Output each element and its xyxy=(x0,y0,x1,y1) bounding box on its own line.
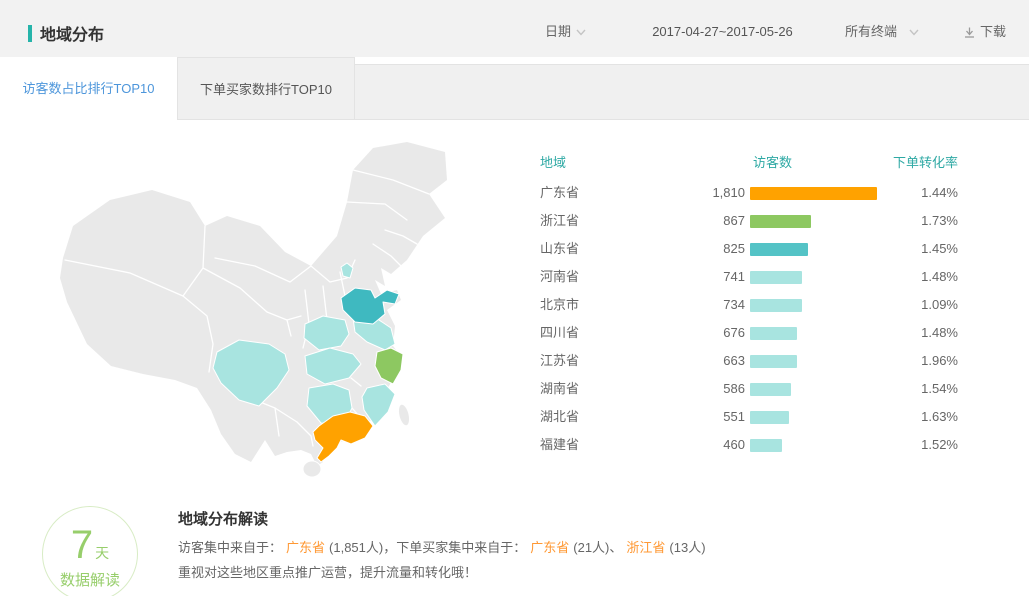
table-row: 浙江省 867 1.73% xyxy=(540,212,958,230)
table-row: 福建省 460 1.52% xyxy=(540,436,958,454)
visitor-rank-table: 地域 访客数 下单转化率 广东省 1,810 1.44% 浙江省 867 1.7… xyxy=(540,120,958,480)
visitors-bar xyxy=(750,271,802,284)
insight-days: 7 天 xyxy=(71,525,109,565)
visitors-cell: 734 xyxy=(665,296,745,314)
conversion-cell: 1.73% xyxy=(921,212,958,230)
visitors-bar xyxy=(750,355,797,368)
conversion-cell: 1.63% xyxy=(921,408,958,426)
china-map xyxy=(55,140,475,480)
date-dropdown[interactable]: 日期 xyxy=(545,23,586,41)
download-button[interactable]: 下载 xyxy=(963,23,1006,41)
insight-days-unit: 天 xyxy=(95,546,109,560)
insight-line1-prefix: 访客集中来自于： xyxy=(178,540,282,555)
region-cell: 福建省 xyxy=(540,436,579,454)
visitors-bar xyxy=(750,299,802,312)
conversion-cell: 1.44% xyxy=(921,184,958,202)
date-dropdown-label: 日期 xyxy=(545,23,571,41)
visitors-bar xyxy=(750,215,811,228)
visitors-bar xyxy=(750,243,808,256)
table-header-row: 地域 访客数 下单转化率 xyxy=(540,152,958,168)
date-range-value[interactable]: 2017-04-27~2017-05-26 xyxy=(630,23,815,41)
visitors-cell: 1,810 xyxy=(665,184,745,202)
table-row: 北京市 734 1.09% xyxy=(540,296,958,314)
scrollbar-track[interactable] xyxy=(1029,0,1033,596)
conversion-cell: 1.09% xyxy=(921,296,958,314)
visitors-cell: 460 xyxy=(665,436,745,454)
page-header: 地域分布 日期 2017-04-27~2017-05-26 所有终端 xyxy=(0,0,1029,57)
visitors-cell: 663 xyxy=(665,352,745,370)
conversion-cell: 1.45% xyxy=(921,240,958,258)
table-row: 江苏省 663 1.96% xyxy=(540,352,958,370)
region-cell: 北京市 xyxy=(540,296,579,314)
download-label: 下载 xyxy=(980,23,1006,41)
province-link-zhejiang[interactable]: 浙江省 xyxy=(626,540,665,555)
map-taiwan-island[interactable] xyxy=(396,403,411,427)
region-cell: 四川省 xyxy=(540,324,579,342)
visitors-bar xyxy=(750,439,782,452)
conversion-cell: 1.48% xyxy=(921,324,958,342)
col-header-conversion: 下单转化率 xyxy=(893,152,958,171)
conversion-cell: 1.52% xyxy=(921,436,958,454)
table-row: 山东省 825 1.45% xyxy=(540,240,958,258)
insight-buyer-count-2: (13人) xyxy=(669,540,705,555)
province-link-guangdong[interactable]: 广东省 xyxy=(286,540,325,555)
region-cell: 湖北省 xyxy=(540,408,579,426)
insight-line1: 访客集中来自于： 广东省 (1,851人)，下单买家集中来自于： 广东省 (21人)、浙… xyxy=(178,537,706,556)
insight-line1-middle: 下单买家集中来自于： xyxy=(396,540,526,555)
tab-buyer-rank[interactable]: 下单买家数排行TOP10 xyxy=(178,57,355,120)
region-cell: 浙江省 xyxy=(540,212,579,230)
region-cell: 河南省 xyxy=(540,268,579,286)
chevron-down-icon xyxy=(576,29,586,36)
visitors-cell: 676 xyxy=(665,324,745,342)
region-cell: 湖南省 xyxy=(540,380,579,398)
col-header-region: 地域 xyxy=(540,152,566,171)
visitors-bar xyxy=(750,187,877,200)
visitors-cell: 741 xyxy=(665,268,745,286)
region-cell: 广东省 xyxy=(540,184,579,202)
terminal-dropdown[interactable]: 所有终端 xyxy=(845,23,919,41)
visitors-cell: 551 xyxy=(665,408,745,426)
map-country-base xyxy=(60,142,447,466)
regional-distribution-page: 地域分布 日期 2017-04-27~2017-05-26 所有终端 xyxy=(0,0,1033,596)
download-icon xyxy=(963,26,976,39)
region-cell: 江苏省 xyxy=(540,352,579,370)
insight-days-number: 7 xyxy=(71,525,93,565)
visitors-cell: 825 xyxy=(665,240,745,258)
page-title-block: 地域分布 xyxy=(28,21,104,45)
conversion-cell: 1.54% xyxy=(921,380,958,398)
insight-visitor-count: (1,851人)， xyxy=(329,540,396,555)
insight-line2: 重视对这些地区重点推广运营，提升流量和转化哦！ xyxy=(178,562,477,581)
tab-bar: 访客数占比排行TOP10 下单买家数排行TOP10 xyxy=(0,57,1029,120)
tab-visitor-rank[interactable]: 访客数占比排行TOP10 xyxy=(0,57,178,120)
visitors-bar xyxy=(750,411,789,424)
page-title: 地域分布 xyxy=(40,21,104,45)
region-cell: 山东省 xyxy=(540,240,579,258)
map-hainan-island[interactable] xyxy=(303,461,321,477)
insight-days-badge: 7 天 数据解读 xyxy=(42,506,138,596)
province-link-guangdong-2[interactable]: 广东省 xyxy=(530,540,569,555)
insight-buyer-count-1: (21人)、 xyxy=(573,540,622,555)
insight-badge-subtitle: 数据解读 xyxy=(60,569,120,590)
title-accent-bar xyxy=(28,25,32,42)
conversion-cell: 1.48% xyxy=(921,268,958,286)
terminal-dropdown-label: 所有终端 xyxy=(845,23,897,41)
table-row: 湖南省 586 1.54% xyxy=(540,380,958,398)
table-row: 四川省 676 1.48% xyxy=(540,324,958,342)
table-row: 广东省 1,810 1.44% xyxy=(540,184,958,202)
chevron-down-icon xyxy=(909,29,919,36)
visitors-cell: 867 xyxy=(665,212,745,230)
visitors-bar xyxy=(750,327,797,340)
visitors-bar xyxy=(750,383,791,396)
table-row: 河南省 741 1.48% xyxy=(540,268,958,286)
insight-heading: 地域分布解读 xyxy=(178,508,268,529)
col-header-visitors: 访客数 xyxy=(753,152,792,171)
visitors-cell: 586 xyxy=(665,380,745,398)
table-row: 湖北省 551 1.63% xyxy=(540,408,958,426)
conversion-cell: 1.96% xyxy=(921,352,958,370)
